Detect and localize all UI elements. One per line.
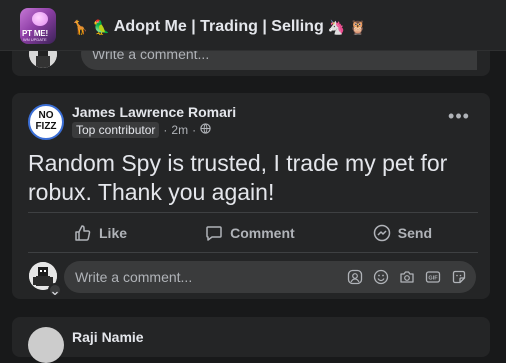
- next-post-author-name[interactable]: Raji Namie: [72, 329, 144, 345]
- owl-emoji-icon: 🦉: [349, 18, 367, 35]
- actions-divider-bottom: [28, 252, 478, 253]
- post-action-bar: Like Comment Send: [28, 219, 478, 247]
- like-label: Like: [99, 225, 128, 241]
- comment-tools: GIF: [346, 268, 468, 286]
- chevron-down-icon[interactable]: [48, 283, 62, 297]
- more-options-icon[interactable]: •••: [447, 107, 471, 127]
- commenter-avatar[interactable]: [29, 50, 57, 68]
- messenger-icon: [373, 224, 391, 242]
- middot: ·: [192, 123, 197, 137]
- post-author-name[interactable]: James Lawrence Romari: [72, 104, 236, 120]
- comment-placeholder: Write a comment...: [75, 269, 193, 285]
- globe-icon: [200, 123, 211, 137]
- unicorn-emoji-icon: 🦄: [327, 18, 346, 35]
- giraffe-emoji-icon: 🦒: [71, 18, 89, 35]
- group-thumbnail-subtext: WN UPDATE: [23, 37, 47, 42]
- send-button[interactable]: Send: [367, 224, 438, 242]
- next-author-avatar[interactable]: [28, 327, 64, 363]
- comment-button[interactable]: Comment: [199, 224, 301, 242]
- previous-comment-row: Write a comment...: [17, 50, 477, 72]
- comment-placeholder: Write a comment...: [92, 50, 210, 62]
- sticker-icon[interactable]: [450, 268, 468, 286]
- parrot-emoji-icon: 🦜: [92, 18, 110, 35]
- group-thumbnail[interactable]: PT ME! WN UPDATE: [20, 8, 56, 44]
- avatar-logo-text: NO FIZZ: [35, 110, 57, 132]
- like-thumb-icon: [74, 224, 92, 242]
- middot: ·: [163, 123, 168, 137]
- comment-label: Comment: [230, 225, 295, 241]
- author-avatar[interactable]: NO FIZZ: [28, 104, 64, 140]
- post-time[interactable]: 2m: [171, 123, 188, 137]
- gif-icon[interactable]: GIF: [424, 268, 442, 286]
- group-thumbnail-art: [32, 12, 48, 26]
- previous-comment-input[interactable]: Write a comment...: [81, 50, 477, 70]
- send-label: Send: [397, 225, 432, 241]
- group-title-row[interactable]: 🦒 🦜 Adopt Me | Trading | Selling 🦄 🦉: [71, 16, 367, 38]
- post-meta: Top contributor · 2m ·: [72, 122, 211, 138]
- camera-icon[interactable]: [398, 268, 416, 286]
- emoji-icon[interactable]: [372, 268, 390, 286]
- avatar-sticker-icon[interactable]: [346, 268, 364, 286]
- group-title[interactable]: Adopt Me | Trading | Selling: [114, 18, 324, 36]
- like-button[interactable]: Like: [68, 224, 133, 242]
- comment-input[interactable]: Write a comment... GIF: [64, 261, 476, 293]
- actions-divider-top: [28, 212, 478, 213]
- group-header: PT ME! WN UPDATE 🦒 🦜 Adopt Me | Trading …: [0, 0, 506, 50]
- top-contributor-badge[interactable]: Top contributor: [72, 122, 160, 138]
- svg-text:GIF: GIF: [428, 275, 438, 281]
- comment-bubble-icon: [205, 224, 223, 242]
- post-body-text: Random Spy is trusted, I trade my pet fo…: [28, 150, 448, 205]
